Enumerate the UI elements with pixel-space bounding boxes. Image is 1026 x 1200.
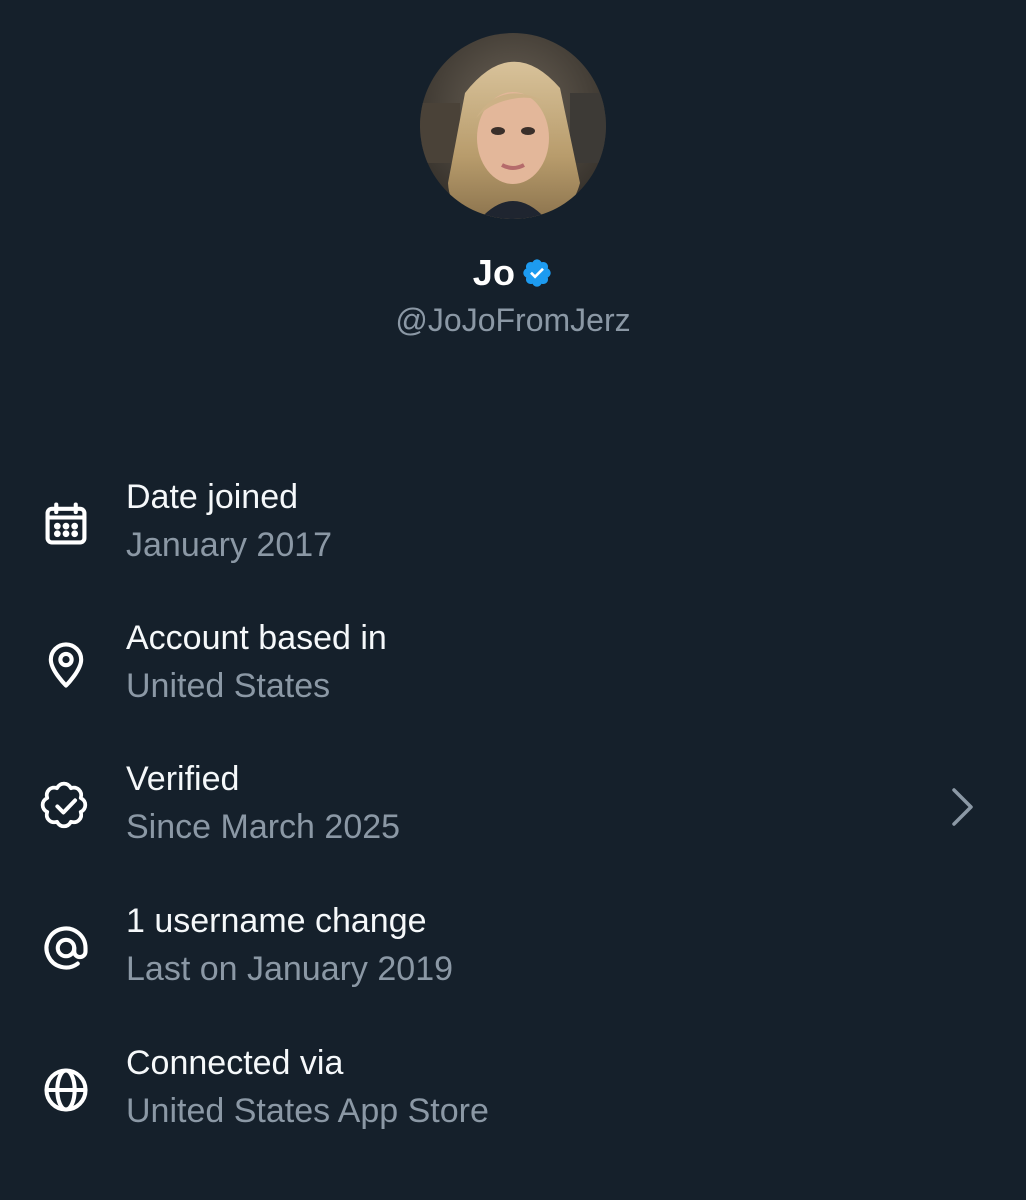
detail-subtitle: United States App Store	[126, 1092, 489, 1130]
detail-title: Account based in	[126, 619, 387, 657]
detail-subtitle: January 2017	[126, 526, 333, 564]
location-pin-icon	[40, 639, 92, 691]
account-details-page: Jo @JoJoFromJerz Date joined January 201…	[0, 0, 1026, 1200]
detail-subtitle: Since March 2025	[126, 808, 401, 846]
chevron-right-icon[interactable]	[944, 784, 980, 830]
detail-title: 1 username change	[126, 902, 427, 940]
detail-row-account-based-in: Account based in United States	[0, 619, 1026, 729]
detail-row-username-change: 1 username change Last on January 2019	[0, 902, 1026, 1012]
detail-subtitle: United States	[126, 667, 331, 705]
calendar-icon	[40, 498, 92, 550]
detail-title: Date joined	[126, 478, 299, 516]
detail-row-date-joined: Date joined January 2017	[0, 478, 1026, 588]
detail-subtitle: Last on January 2019	[126, 950, 454, 988]
globe-icon	[40, 1064, 92, 1116]
avatar-photo	[420, 33, 606, 219]
at-sign-icon	[40, 922, 92, 974]
detail-row-connected-via: Connected via United States App Store	[0, 1044, 1026, 1154]
verified-badge-icon	[523, 259, 551, 287]
display-name: Jo	[472, 252, 516, 293]
detail-row-verified[interactable]: Verified Since March 2025	[0, 760, 1026, 870]
verified-outline-icon	[40, 780, 92, 832]
name-row: Jo	[0, 248, 1026, 298]
username-handle: @JoJoFromJerz	[395, 302, 631, 338]
detail-title: Connected via	[126, 1044, 344, 1082]
avatar[interactable]	[420, 33, 606, 219]
detail-title: Verified	[126, 760, 240, 798]
